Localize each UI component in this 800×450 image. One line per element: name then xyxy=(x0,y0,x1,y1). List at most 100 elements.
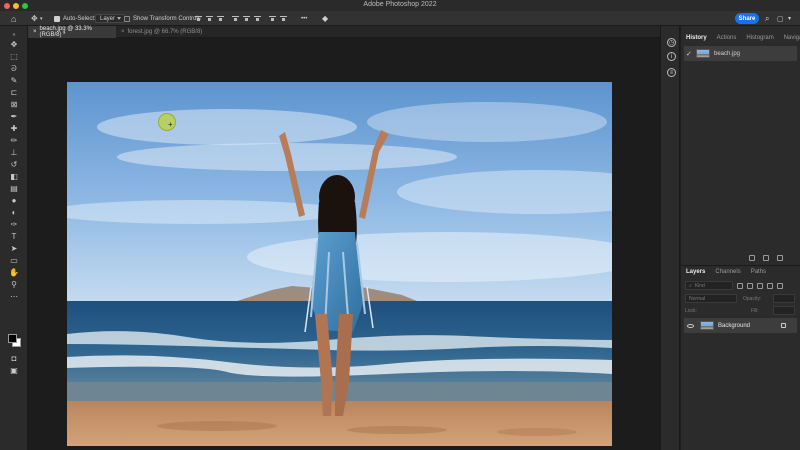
align-top-edges-icon[interactable] xyxy=(232,15,239,22)
more-options-button[interactable]: ••• xyxy=(301,14,307,23)
caret-down-icon xyxy=(117,17,121,20)
layer-row-background[interactable]: Background xyxy=(684,318,797,333)
spot-healing-tool-icon[interactable]: ✚ xyxy=(9,124,19,133)
opacity-field[interactable] xyxy=(773,294,795,303)
pen-tool-icon[interactable]: ✑ xyxy=(9,220,19,229)
search-icon[interactable]: ⌕ xyxy=(765,14,769,23)
filter-shape-icon[interactable] xyxy=(767,283,773,289)
show-transform-checkbox[interactable] xyxy=(124,15,130,22)
history-brush-source-icon[interactable]: ✓ xyxy=(686,50,692,58)
3d-mode-icon[interactable]: ◆ xyxy=(322,14,328,23)
marquee-tool-icon[interactable]: ⬚ xyxy=(9,52,19,61)
hand-tool-icon[interactable]: ✋ xyxy=(9,268,19,277)
trash-icon[interactable] xyxy=(777,255,783,261)
tab-beach-label: beach.jpg @ 33.3% (RGB/8) * xyxy=(39,26,92,38)
move-tool-preset-icon[interactable]: ✥ xyxy=(31,14,38,23)
align-bottom-edges-icon[interactable] xyxy=(254,15,261,22)
new-document-from-state-icon[interactable] xyxy=(749,255,755,261)
brush-cursor xyxy=(158,113,176,131)
tab-actions[interactable]: Actions xyxy=(712,32,742,44)
lock-icon[interactable] xyxy=(781,323,786,328)
align-vertical-centers-icon[interactable] xyxy=(243,15,250,22)
tab-beach[interactable]: × beach.jpg @ 33.3% (RGB/8) * xyxy=(28,26,116,38)
create-snapshot-icon[interactable] xyxy=(763,255,769,261)
info-panel-icon[interactable]: i xyxy=(667,52,676,61)
workspace-menu-icon[interactable]: ▾ xyxy=(788,14,791,23)
auto-select-option[interactable]: Auto-Select: xyxy=(54,14,96,23)
layers-panel-tabs: Layers Channels Paths xyxy=(681,265,800,277)
history-brush-tool-icon[interactable]: ↺ xyxy=(9,160,19,169)
fill-field[interactable] xyxy=(773,306,795,315)
filter-smart-object-icon[interactable] xyxy=(777,283,783,289)
eraser-tool-icon[interactable]: ◧ xyxy=(9,172,19,181)
lasso-tool-icon[interactable]: ᘐ xyxy=(9,64,19,73)
history-entry-label: beach.jpg xyxy=(714,50,741,57)
show-transform-option[interactable]: Show Transform Controls xyxy=(124,14,201,23)
opacity-label: Opacity: xyxy=(743,296,762,302)
crosshair-icon: + xyxy=(168,120,173,129)
history-snapshot-row[interactable]: ✓ beach.jpg xyxy=(684,46,797,61)
type-tool-icon[interactable]: T xyxy=(9,232,19,241)
clone-stamp-tool-icon[interactable]: ⊥ xyxy=(9,148,19,157)
tab-layers[interactable]: Layers xyxy=(681,266,710,278)
align-left-edges-icon[interactable] xyxy=(195,15,202,22)
screen-mode-icon[interactable]: ▣ xyxy=(9,366,19,375)
path-selection-tool-icon[interactable]: ➤ xyxy=(9,244,19,253)
filter-adjustment-icon[interactable] xyxy=(747,283,753,289)
close-tab-icon[interactable]: × xyxy=(121,29,125,35)
close-tab-icon[interactable]: × xyxy=(33,29,37,35)
app-title: Adobe Photoshop 2022 xyxy=(363,1,437,8)
tab-paths[interactable]: Paths xyxy=(746,266,771,278)
right-panels: History Actions Histogram Navigator ✓ be… xyxy=(681,26,800,450)
chevron-down-icon[interactable]: ▾ xyxy=(40,14,43,23)
foreground-color-swatch[interactable] xyxy=(8,334,17,343)
workspace-icon[interactable]: ▢ xyxy=(777,14,784,23)
history-thumbnail xyxy=(696,49,710,58)
distribute-vertical-icon[interactable] xyxy=(280,15,287,22)
tab-navigator[interactable]: Navigator xyxy=(779,32,800,44)
tab-histogram[interactable]: Histogram xyxy=(741,32,778,44)
brush-tool-icon[interactable]: ✏ xyxy=(9,136,19,145)
beach-photo xyxy=(67,82,612,446)
move-tool-icon[interactable]: ✥ xyxy=(9,40,19,49)
quick-selection-tool-icon[interactable]: ✎ xyxy=(9,76,19,85)
auto-select-target-dropdown[interactable]: Layer xyxy=(95,14,125,23)
gradient-tool-icon[interactable]: ▤ xyxy=(9,184,19,193)
filter-pixel-icon[interactable] xyxy=(737,283,743,289)
edit-toolbar-icon[interactable]: ⋯ xyxy=(9,292,19,301)
blend-mode-dropdown[interactable]: Normal xyxy=(685,294,737,303)
tab-forest[interactable]: × forest.jpg @ 66.7% (RGB/8) xyxy=(116,26,212,38)
zoom-tool-icon[interactable]: ⚲ xyxy=(9,280,19,289)
lock-label: Lock: xyxy=(685,308,697,314)
auto-select-target-value: Layer xyxy=(100,15,116,22)
history-panel-icon[interactable]: ◷ xyxy=(667,38,676,47)
layer-name: Background xyxy=(718,322,751,329)
eyedropper-tool-icon[interactable]: ✒ xyxy=(9,112,19,121)
document-image[interactable] xyxy=(67,82,612,446)
share-button[interactable]: Share xyxy=(735,13,759,24)
distribute-horizontal-icon[interactable] xyxy=(269,15,276,22)
home-icon[interactable]: ⌂ xyxy=(11,14,16,24)
dodge-tool-icon[interactable]: ◐ xyxy=(9,208,19,217)
quick-mask-icon[interactable]: ◘ xyxy=(9,354,19,363)
properties-panel-icon[interactable]: ≡ xyxy=(667,68,676,77)
align-right-edges-icon[interactable] xyxy=(217,15,224,22)
toolbar-collapse-icon[interactable]: » xyxy=(9,30,19,39)
layer-filter-kind[interactable]: ⌕ Kind xyxy=(685,281,733,290)
blur-tool-icon[interactable]: ● xyxy=(9,196,19,205)
layer-thumbnail xyxy=(700,321,714,330)
crop-tool-icon[interactable]: ⊏ xyxy=(9,88,19,97)
eye-icon[interactable] xyxy=(687,323,694,328)
tab-channels[interactable]: Channels xyxy=(710,266,745,278)
show-transform-label: Show Transform Controls xyxy=(133,15,201,22)
frame-tool-icon[interactable]: ⊠ xyxy=(9,100,19,109)
auto-select-checkbox[interactable] xyxy=(54,15,60,22)
history-panel-tabs: History Actions Histogram Navigator xyxy=(681,32,800,44)
filter-type-icon[interactable] xyxy=(757,283,763,289)
align-horizontal-centers-icon[interactable] xyxy=(206,15,213,22)
tab-history[interactable]: History xyxy=(681,32,712,44)
tab-forest-label: forest.jpg @ 66.7% (RGB/8) xyxy=(127,29,203,35)
layer-filter-kind-label: Kind xyxy=(694,282,705,289)
rectangle-tool-icon[interactable]: ▭ xyxy=(9,256,19,265)
options-bar: ⌂ ✥ ▾ Auto-Select: Layer Show Transform … xyxy=(0,11,800,26)
